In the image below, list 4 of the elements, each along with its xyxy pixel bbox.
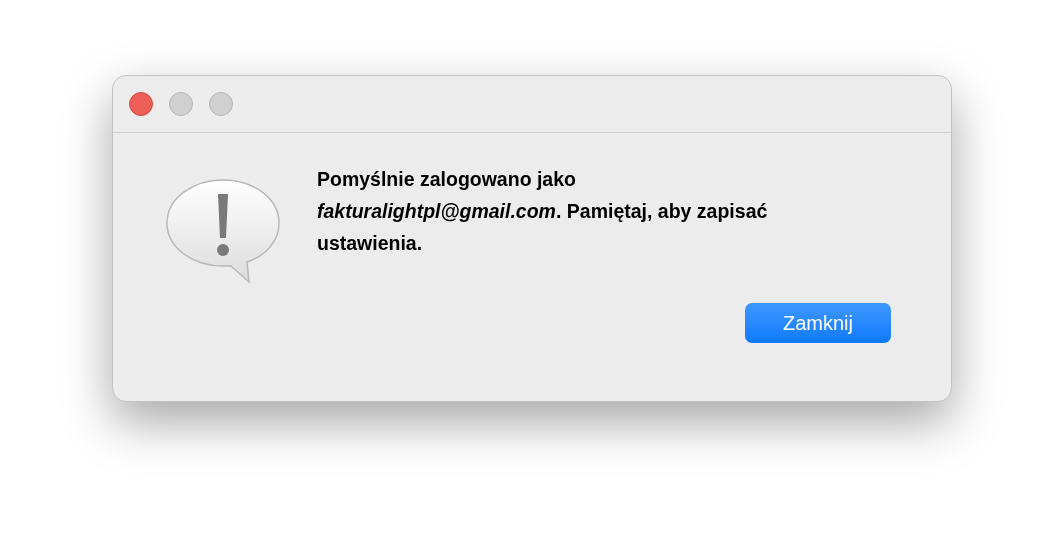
alert-icon: [165, 178, 283, 284]
alert-message: Pomyślnie zalogowano jako fakturalightpl@gmail.com. Pamiętaj, aby zapisać ustawienia.: [317, 167, 769, 256]
close-dialog-button[interactable]: Zamknij: [745, 303, 891, 343]
close-button[interactable]: [129, 92, 153, 116]
